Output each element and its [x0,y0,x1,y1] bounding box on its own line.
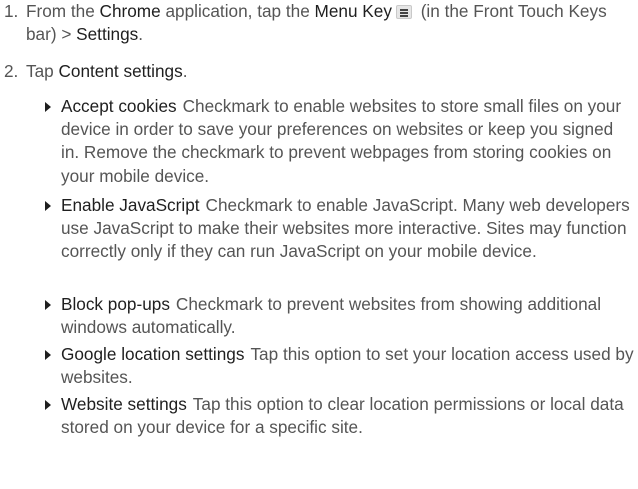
step-1: 1. From the Chrome application, tap the … [0,0,636,46]
step-text: Tap Content settings. [26,60,636,83]
settings-label: Settings [76,24,139,45]
option-term: Google location settings [61,344,245,364]
option-enable-javascript: Enable JavaScript Checkmark to enable Jav… [34,194,636,264]
option-text: Accept cookies Checkmark to enable websit… [61,95,636,188]
manual-page: 1. From the Chrome application, tap the … [0,0,638,489]
option-google-location-settings: Google location settings Tap this option … [34,343,636,389]
step-text-middle: application, tap the [160,1,315,21]
option-term: Website settings [61,394,187,414]
step-number: 2. [4,61,19,81]
step-2: 2. Tap Content settings. [0,60,636,83]
option-text: Google location settings Tap this option … [61,343,636,389]
step-text-end: . [138,24,144,45]
content-settings-label: Content settings [58,61,183,81]
option-text: Block pop-ups Checkmark to prevent websit… [61,293,636,339]
step-text-end: . [182,61,188,81]
step-text-prefix: Tap [26,61,59,81]
app-name: Chrome [99,1,161,21]
option-block-popups: Block pop-ups Checkmark to prevent websit… [34,293,636,339]
bullet-arrow-icon [45,102,51,112]
bullet-arrow-icon [45,400,51,410]
option-website-settings: Website settings Tap this option to clear… [34,393,636,439]
option-text: Enable JavaScript Checkmark to enable Jav… [61,194,636,264]
option-term: Accept cookies [61,96,177,116]
option-term: Block pop-ups [61,294,170,314]
bullet-arrow-icon [45,350,51,360]
step-number: 1. [4,1,19,21]
menu-key-icon [395,5,412,19]
option-term: Enable JavaScript [61,195,200,215]
bullet-arrow-icon [45,300,51,310]
step-text: From the Chrome application, tap the Men… [26,0,636,46]
step-text-prefix: From the [26,1,100,21]
bullet-arrow-icon [45,201,51,211]
option-text: Website settings Tap this option to clear… [61,393,636,439]
menu-key-label: Menu Key [314,1,392,21]
option-accept-cookies: Accept cookies Checkmark to enable websit… [34,95,636,188]
